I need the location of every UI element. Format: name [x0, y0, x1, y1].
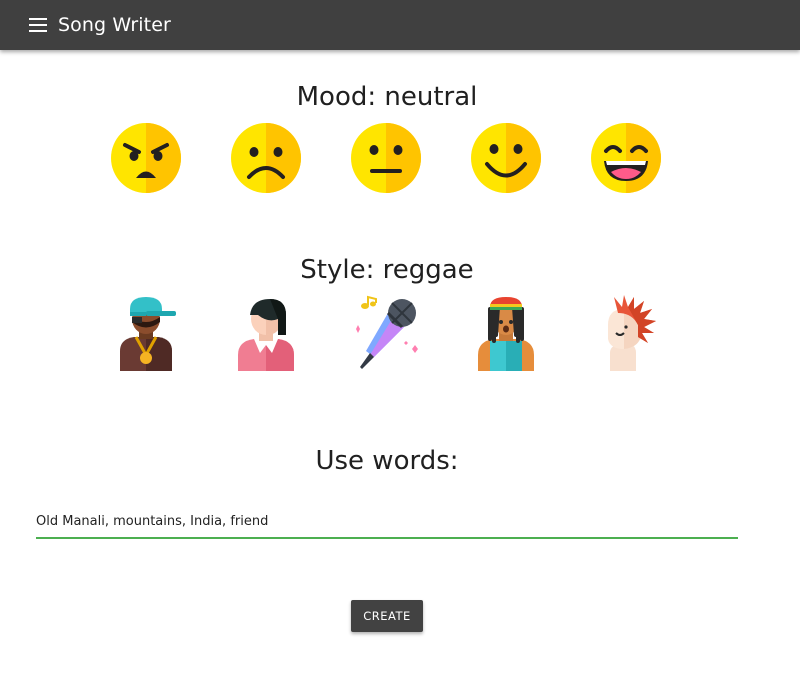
- mood-options: [0, 118, 800, 198]
- app-bar: Song Writer: [0, 0, 800, 50]
- microphone-icon: [356, 295, 418, 369]
- hamburger-menu-icon: [29, 18, 47, 32]
- style-option-punk[interactable]: [586, 293, 666, 373]
- app-title: Song Writer: [58, 14, 171, 36]
- style-option-reggae[interactable]: [466, 293, 546, 373]
- words-field: [36, 506, 738, 540]
- mood-option-happy[interactable]: [466, 118, 546, 198]
- mood-option-neutral[interactable]: [346, 118, 426, 198]
- rasta-person-icon: [478, 297, 534, 371]
- mood-option-sad[interactable]: [226, 118, 306, 198]
- style-title: Style: reggae: [300, 255, 474, 285]
- style-option-hip-hop[interactable]: [106, 293, 186, 373]
- input-underline: [36, 537, 738, 539]
- smiling-face-icon: [471, 123, 541, 193]
- menu-button[interactable]: [28, 15, 48, 35]
- mood-title: Mood: neutral: [296, 82, 478, 112]
- style-option-emo[interactable]: [226, 293, 306, 373]
- neutral-face-icon: [351, 123, 421, 193]
- style-option-pop[interactable]: [346, 293, 426, 373]
- mood-option-angry[interactable]: [106, 118, 186, 198]
- laughing-face-icon: [591, 123, 661, 193]
- words-title: Use words:: [315, 446, 459, 476]
- sad-face-icon: [231, 123, 301, 193]
- create-button[interactable]: CREATE: [351, 600, 423, 632]
- emo-person-icon: [238, 299, 294, 371]
- words-input[interactable]: [36, 506, 738, 536]
- rapper-icon: [120, 297, 176, 371]
- angry-face-icon: [111, 123, 181, 193]
- mood-option-joyful[interactable]: [586, 118, 666, 198]
- mohawk-punk-icon: [608, 295, 656, 371]
- style-options: [0, 293, 800, 373]
